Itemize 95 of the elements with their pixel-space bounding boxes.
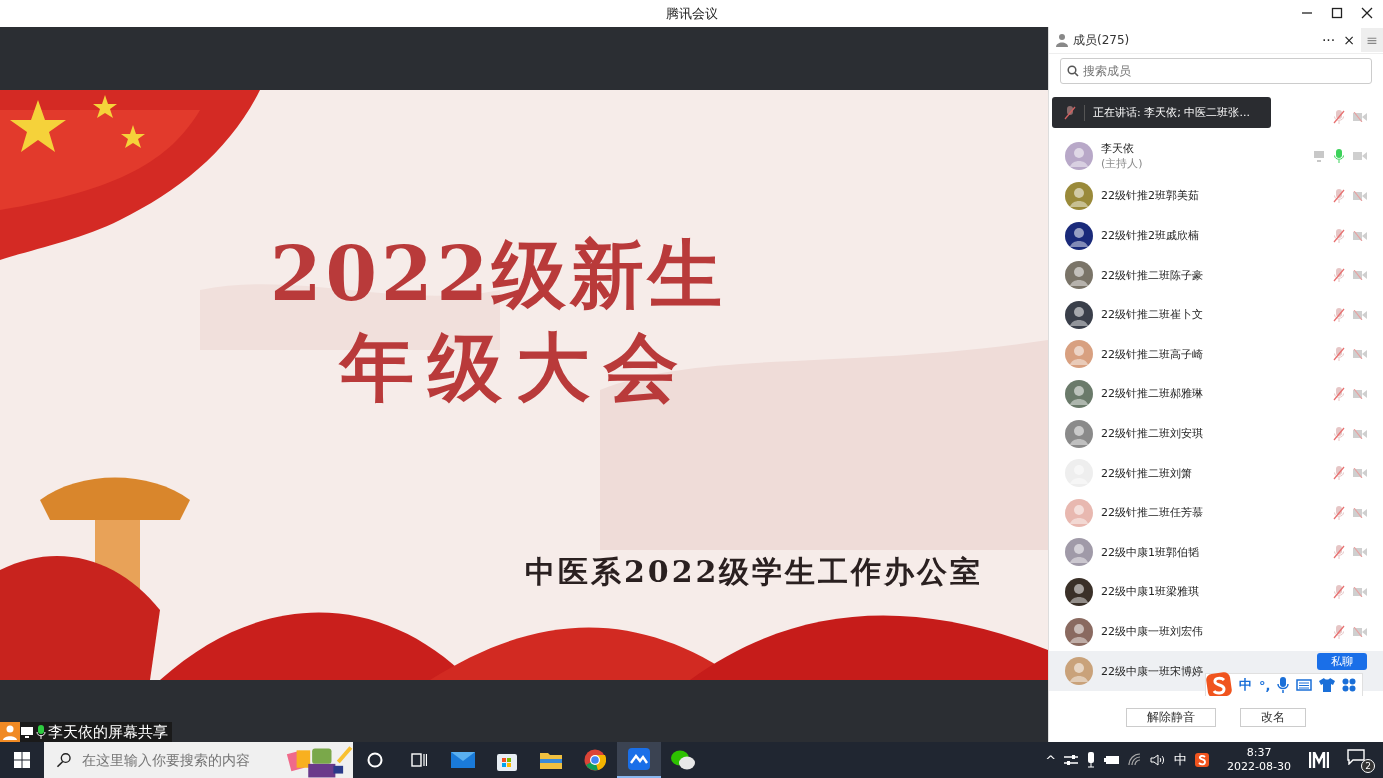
shirt-icon[interactable] — [1319, 678, 1336, 692]
member-name: 22级针推二班高子崎 — [1101, 346, 1203, 362]
avatar — [1065, 300, 1093, 329]
chrome-icon — [584, 749, 606, 771]
avatar — [1065, 657, 1093, 686]
search-field[interactable]: 搜索成员 — [1060, 58, 1372, 84]
chat-bubbles-icon — [671, 749, 695, 771]
video-off-icon — [1353, 111, 1367, 122]
message-icon — [1347, 749, 1365, 765]
taskbar-search-field[interactable]: 在这里输入你要搜索的内容 — [44, 742, 353, 778]
video-off-icon — [1353, 428, 1367, 439]
video-off-icon — [1353, 468, 1367, 479]
avatar — [1065, 538, 1093, 567]
member-name: 22级针推2班戚欣楠 — [1101, 228, 1199, 244]
microphone-icon[interactable] — [1086, 752, 1097, 768]
folder-icon — [540, 751, 562, 769]
member-name: 22级中康1班梁雅琪 — [1101, 584, 1199, 600]
circle-icon — [367, 752, 383, 768]
video-off-icon — [1353, 586, 1367, 597]
video-off-icon — [1353, 349, 1367, 360]
private-chat-button[interactable]: 私聊 — [1317, 652, 1367, 670]
maximize-icon[interactable] — [1331, 7, 1343, 19]
avatar — [1065, 419, 1093, 448]
member-name: 22级针推二班郝雅琳 — [1101, 386, 1203, 402]
member-name: 李天依 — [1101, 141, 1135, 157]
envelope-icon — [451, 750, 475, 770]
m-logo-icon[interactable] — [1309, 752, 1329, 768]
input-language-indicator[interactable]: 中 — [1174, 751, 1188, 769]
start-icon[interactable] — [14, 752, 30, 768]
video-off-icon — [1353, 626, 1367, 637]
video-off-icon — [1353, 507, 1367, 518]
more-button[interactable]: ··· — [1319, 28, 1338, 52]
meeting-icon — [628, 748, 650, 770]
avatar — [1065, 142, 1093, 171]
sogou-logo-icon[interactable] — [1195, 753, 1210, 767]
clock-time[interactable]: 8:37 — [1246, 745, 1272, 760]
video-off-icon — [1353, 151, 1367, 162]
muted-microphone-icon — [1064, 105, 1076, 120]
wifi-icon[interactable] — [1128, 753, 1143, 767]
person-icon — [0, 722, 20, 742]
notification-button[interactable]: 2 — [1347, 749, 1373, 771]
member-name: 22级针推二班陈子豪 — [1101, 267, 1203, 283]
taskbar-search-input[interactable]: 在这里输入你要搜索的内容 — [79, 751, 278, 769]
clock-date[interactable]: 2022-08-30 — [1227, 760, 1291, 775]
notification-count: 2 — [1361, 759, 1375, 773]
screen-share-icon — [20, 725, 34, 739]
avatar — [1065, 261, 1093, 290]
panel-title: 成员(275) — [1073, 31, 1130, 49]
video-off-icon — [1353, 270, 1367, 281]
keyboard-icon[interactable] — [1296, 679, 1313, 691]
punctuation-toggle[interactable]: °, — [1259, 677, 1271, 693]
footer-button[interactable]: 改名 — [1240, 707, 1306, 727]
close-button[interactable]: × — [1341, 28, 1357, 52]
slide-title: 2022级新生 — [270, 230, 726, 319]
member-name: 22级中康一班宋博婷 — [1101, 663, 1203, 679]
member-name: 22级中康一班刘宏伟 — [1101, 624, 1203, 639]
slide-subtitle: 中医系2022级学生工作办公室 — [525, 553, 984, 591]
member-name: 22级针推2班郭美茹 — [1101, 188, 1199, 204]
avatar — [1065, 340, 1093, 369]
avatar — [1065, 221, 1093, 250]
slide-title: 年级大会 — [340, 322, 692, 412]
microphone-icon — [36, 725, 46, 739]
avatar — [1065, 498, 1093, 527]
video-off-icon — [1353, 547, 1367, 558]
video-off-icon — [1353, 230, 1367, 241]
search-icon — [56, 752, 72, 768]
member-name: 22级针推二班任芳慕 — [1101, 505, 1203, 521]
close-icon[interactable] — [1361, 7, 1373, 19]
task-view-icon — [411, 752, 427, 768]
taskbar-app[interactable] — [617, 742, 661, 778]
grid-icon[interactable] — [1342, 678, 1357, 692]
member-name: 22级针推二班刘箫 — [1101, 465, 1192, 481]
show-hidden-icons-button[interactable]: ^ — [1045, 752, 1057, 768]
member-name: 22级针推二班崔卜文 — [1101, 307, 1203, 323]
footer-button[interactable]: 解除静音 — [1126, 707, 1216, 727]
video-off-icon — [1353, 191, 1367, 201]
avatar — [1065, 617, 1093, 646]
avatar — [1065, 182, 1093, 210]
sliders-icon[interactable] — [1064, 754, 1079, 766]
share-label: 李天依的屏幕共享 — [48, 722, 168, 742]
video-off-icon — [1353, 388, 1367, 399]
battery-icon[interactable] — [1104, 754, 1121, 766]
member-name: 22级中康1班郭伯韬 — [1101, 544, 1199, 560]
window-title: 腾讯会议 — [665, 4, 718, 23]
search-icon — [1067, 65, 1079, 77]
member-role: (主持人) — [1101, 156, 1143, 172]
speaking-text: 正在讲话: 李天依; 中医二班张... — [1093, 105, 1250, 120]
video-off-icon — [1353, 309, 1367, 320]
ime-toolbar[interactable]: 中 °, — [1205, 673, 1364, 696]
avatar — [1065, 577, 1093, 606]
speaker-icon[interactable] — [1150, 753, 1167, 767]
person-icon — [1055, 33, 1069, 47]
input-mode-toggle[interactable]: 中 — [1239, 676, 1252, 694]
member-name: 22级针推二班刘安琪 — [1101, 426, 1203, 442]
avatar — [1065, 379, 1093, 408]
